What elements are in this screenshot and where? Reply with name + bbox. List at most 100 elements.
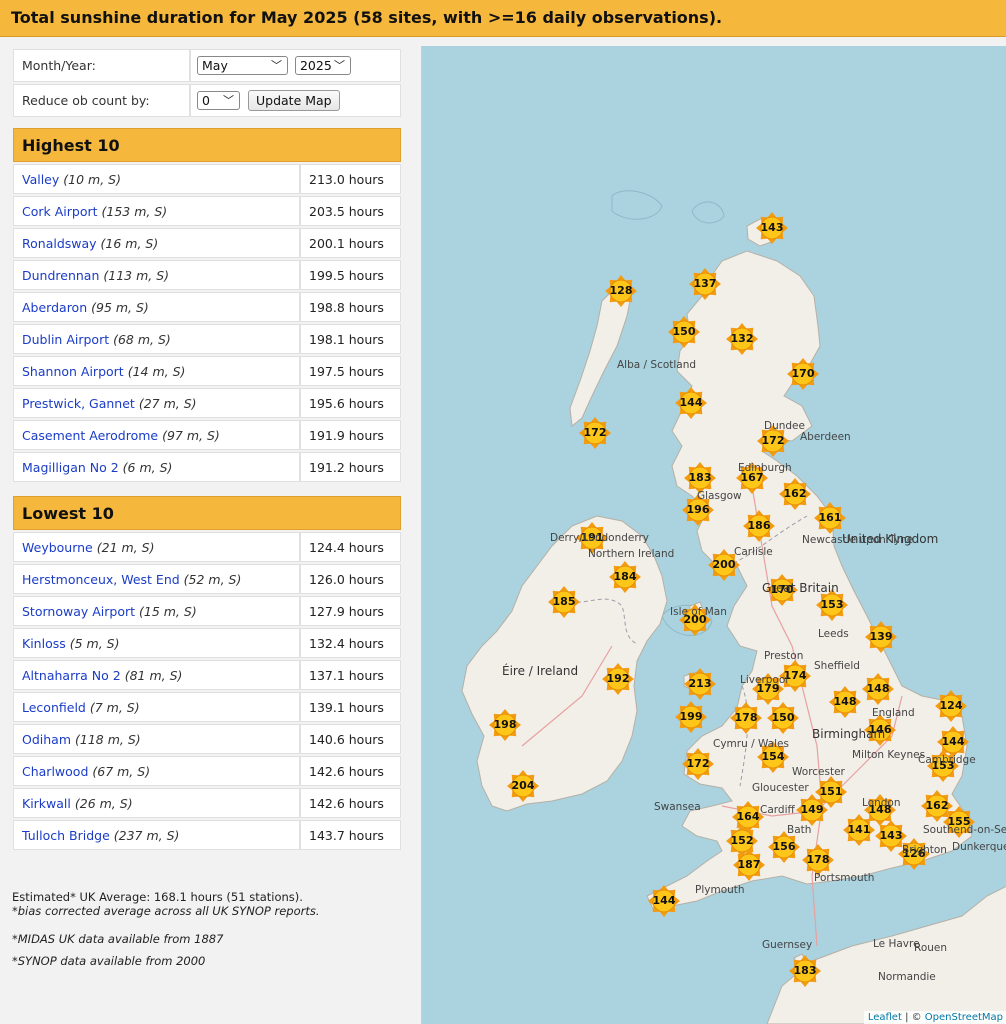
year-select[interactable]: 2025 ﹀ (294, 56, 351, 75)
place-label: Edinburgh (738, 462, 792, 474)
site-link[interactable]: Leconfield (22, 700, 86, 715)
site-meta: (118 m, S) (75, 731, 141, 747)
site-link[interactable]: Altnaharra No 2 (22, 668, 121, 683)
ranking-row: Altnaharra No 2 (81 m, S) 137.1 hours (13, 660, 401, 690)
site-link[interactable]: Magilligan No 2 (22, 460, 119, 475)
lowest-heading: Lowest 10 (13, 496, 401, 530)
reduce-count-select[interactable]: 0 ﹀ (197, 91, 240, 110)
sunshine-marker[interactable]: 139 (864, 620, 898, 654)
sunshine-hours: 142.6 hours (300, 788, 401, 818)
place-label: Rouen (914, 942, 948, 954)
sunshine-marker[interactable]: 149 (795, 793, 829, 827)
site-link[interactable]: Shannon Airport (22, 364, 124, 379)
marker-value: 137 (693, 277, 717, 290)
sunshine-marker[interactable]: 162 (778, 477, 812, 511)
place-label: Leeds (818, 628, 849, 640)
ranking-row: Prestwick, Gannet (27 m, S) 195.6 hours (13, 388, 401, 418)
month-select[interactable]: May ﹀ (197, 56, 288, 75)
place-label: Isle of Man (670, 606, 727, 618)
place-label: Liverpool (740, 674, 789, 686)
sunshine-marker[interactable]: 192 (601, 662, 635, 696)
place-label: Dunkerque (952, 841, 1006, 853)
sunshine-hours: 213.0 hours (300, 164, 401, 194)
place-label: London (862, 797, 901, 809)
sunshine-marker[interactable]: 187 (732, 848, 766, 882)
place-label: Milton Keynes (852, 749, 926, 761)
sunshine-marker[interactable]: 186 (742, 509, 776, 543)
sunshine-marker[interactable]: 132 (725, 322, 759, 356)
place-label: Swansea (654, 801, 701, 813)
site-link[interactable]: Dublin Airport (22, 332, 109, 347)
openstreetmap-link[interactable]: OpenStreetMap (925, 1012, 1003, 1023)
site-meta: (7 m, S) (89, 699, 140, 715)
marker-value: 186 (747, 519, 771, 532)
place-label: Cardiff (760, 804, 795, 816)
ranking-row: Dublin Airport (68 m, S) 198.1 hours (13, 324, 401, 354)
sunshine-hours: 124.4 hours (300, 532, 401, 562)
sunshine-marker[interactable]: 150 (766, 701, 800, 735)
sunshine-marker[interactable]: 199 (674, 700, 708, 734)
sunshine-map[interactable]: 143 137 128 150 132 170 144 172 172 183 167 162 196 1… (421, 46, 1006, 1024)
site-meta: (27 m, S) (138, 395, 197, 411)
synop-note: *SYNOP data available from 2000 (12, 954, 206, 968)
leaflet-link[interactable]: Leaflet (868, 1012, 902, 1023)
bias-note: *bias corrected average across all UK SY… (12, 904, 320, 918)
site-link[interactable]: Valley (22, 172, 59, 187)
sunshine-marker[interactable]: 150 (667, 315, 701, 349)
sunshine-marker[interactable]: 128 (604, 274, 638, 308)
site-link[interactable]: Odiham (22, 732, 71, 747)
sunshine-marker[interactable]: 204 (506, 769, 540, 803)
sunshine-marker[interactable]: 148 (861, 672, 895, 706)
sunshine-marker[interactable]: 144 (647, 884, 681, 918)
marker-value: 172 (583, 426, 607, 439)
ranking-row: Weybourne (21 m, S) 124.4 hours (13, 532, 401, 562)
sunshine-marker[interactable]: 143 (755, 211, 789, 245)
site-link[interactable]: Cork Airport (22, 204, 98, 219)
site-meta: (97 m, S) (162, 427, 220, 443)
sunshine-marker[interactable]: 141 (842, 813, 876, 847)
sunshine-marker[interactable]: 148 (828, 685, 862, 719)
site-link[interactable]: Stornoway Airport (22, 604, 135, 619)
sunshine-hours: 127.9 hours (300, 596, 401, 626)
marker-value: 184 (613, 570, 637, 583)
sunshine-marker[interactable]: 144 (674, 386, 708, 420)
site-meta: (153 m, S) (101, 203, 168, 219)
sunshine-hours: 132.4 hours (300, 628, 401, 658)
site-link[interactable]: Weybourne (22, 540, 93, 555)
sunshine-marker[interactable]: 198 (488, 708, 522, 742)
sunshine-marker[interactable]: 184 (608, 560, 642, 594)
sunshine-marker[interactable]: 170 (786, 357, 820, 391)
site-link[interactable]: Charlwood (22, 764, 88, 779)
site-link[interactable]: Prestwick, Gannet (22, 396, 135, 411)
sunshine-marker[interactable]: 124 (934, 689, 968, 723)
ranking-row: Shannon Airport (14 m, S) 197.5 hours (13, 356, 401, 386)
sunshine-marker[interactable]: 185 (547, 585, 581, 619)
update-map-button[interactable]: Update Map (247, 90, 340, 111)
month-select-value: May (202, 58, 228, 73)
attribution-separator: | © (901, 1012, 925, 1023)
site-link[interactable]: Casement Aerodrome (22, 428, 158, 443)
sunshine-marker[interactable]: 183 (788, 954, 822, 988)
sunshine-marker[interactable]: 178 (729, 701, 763, 735)
site-link[interactable]: Aberdaron (22, 300, 87, 315)
sunshine-marker[interactable]: 213 (683, 667, 717, 701)
place-label: Newcastle upon Tyne (802, 534, 914, 546)
marker-value: 144 (679, 396, 703, 409)
ranking-row: Herstmonceux, West End (52 m, S) 126.0 ho… (13, 564, 401, 594)
site-link[interactable]: Herstmonceux, West End (22, 572, 180, 587)
site-link[interactable]: Kinloss (22, 636, 66, 651)
left-panel: Month/Year: May ﹀ 2025 ﹀ Reduce ob count… (13, 47, 401, 852)
sunshine-hours: 200.1 hours (300, 228, 401, 258)
site-meta: (95 m, S) (91, 299, 149, 315)
sunshine-marker[interactable]: 172 (681, 747, 715, 781)
site-link[interactable]: Tulloch Bridge (22, 828, 110, 843)
ranking-row: Aberdaron (95 m, S) 198.8 hours (13, 292, 401, 322)
site-link[interactable]: Kirkwall (22, 796, 71, 811)
sunshine-marker[interactable]: 172 (578, 416, 612, 450)
sunshine-marker[interactable]: 137 (688, 267, 722, 301)
place-label: Northern Ireland (588, 548, 675, 560)
place-label: Glasgow (697, 490, 742, 502)
site-link[interactable]: Dundrennan (22, 268, 99, 283)
sunshine-marker[interactable]: 161 (813, 501, 847, 535)
site-link[interactable]: Ronaldsway (22, 236, 97, 251)
